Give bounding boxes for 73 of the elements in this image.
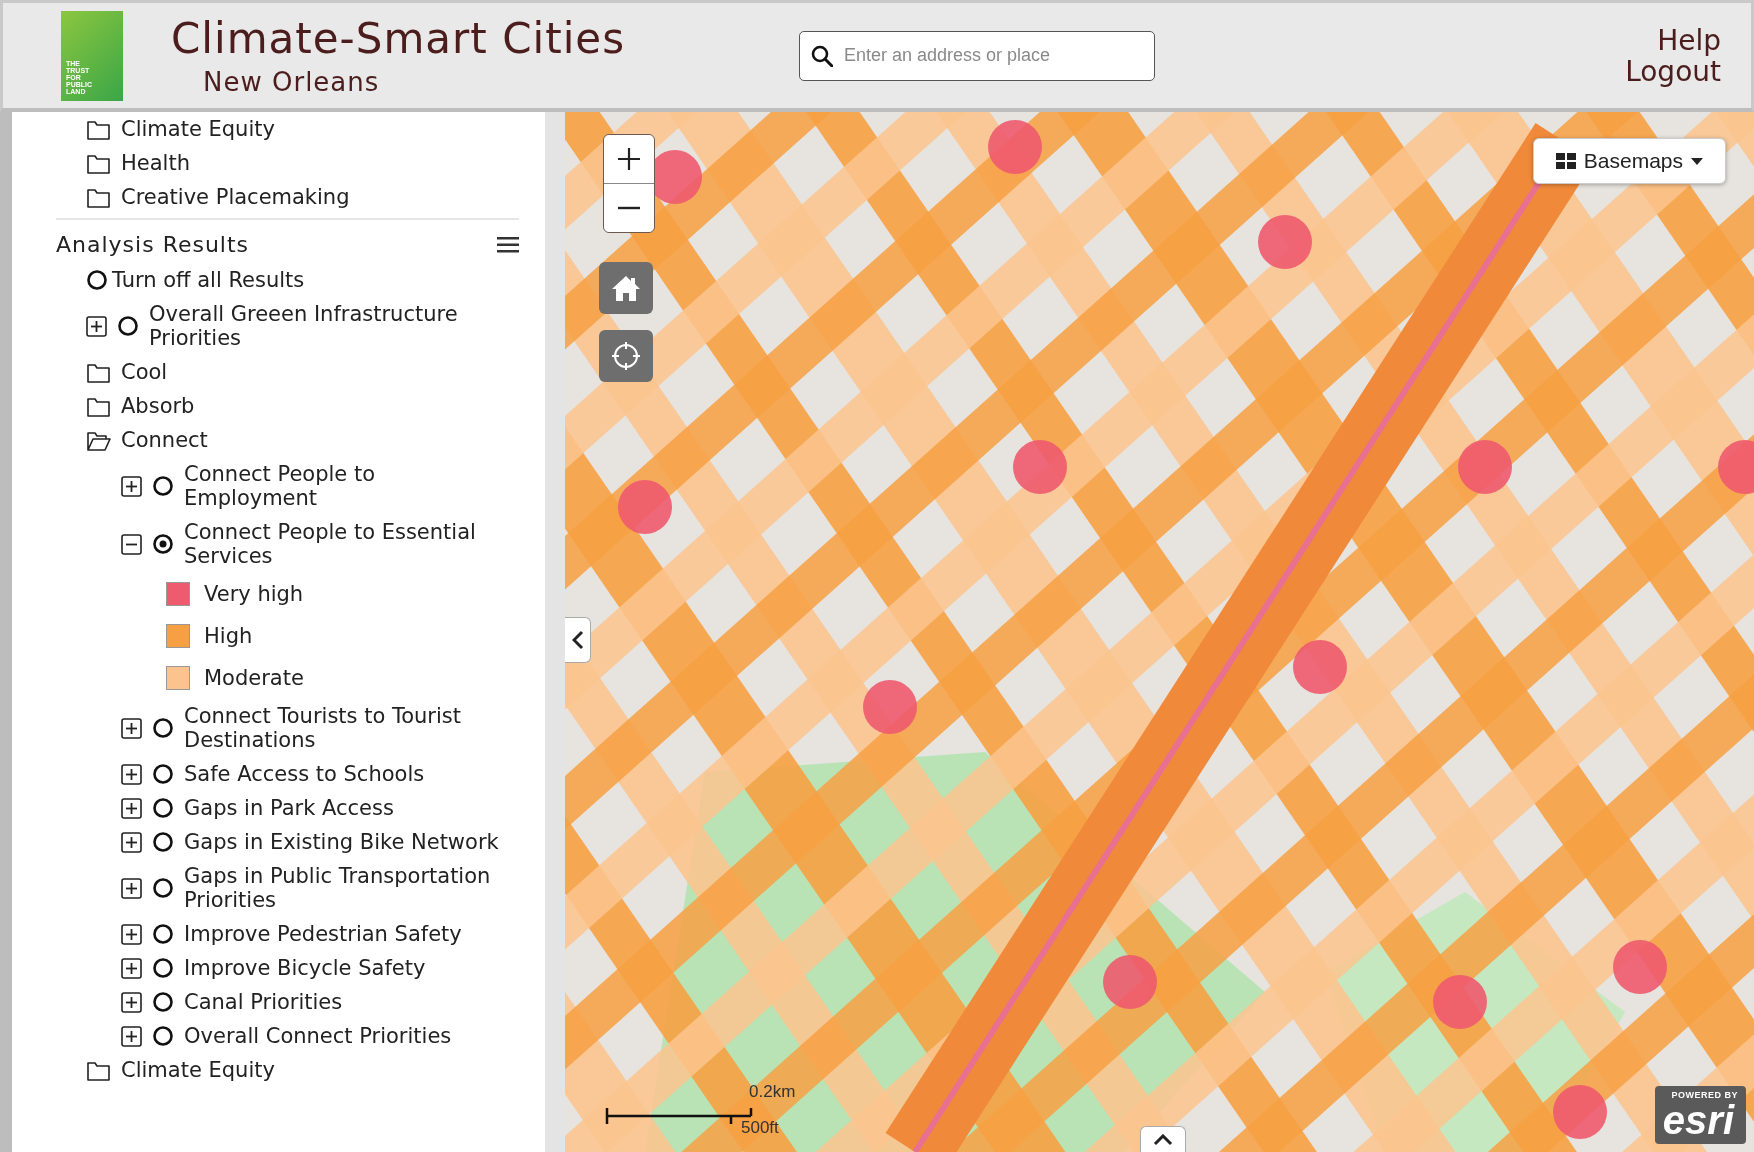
radio-button[interactable] xyxy=(152,717,174,739)
layer-label[interactable]: Gaps in Public Transportation Priorities xyxy=(184,864,514,912)
scale-label: 0.2km xyxy=(749,1082,796,1102)
crosshair-icon xyxy=(611,341,641,371)
layer-label[interactable]: Overall Connect Priorities xyxy=(184,1024,452,1048)
chevron-up-icon xyxy=(1153,1133,1173,1146)
radio-button[interactable] xyxy=(152,475,174,497)
legend-label: Very high xyxy=(204,582,304,606)
search-field[interactable]: Enter an address or place xyxy=(799,30,1155,81)
expand-icon[interactable] xyxy=(121,1025,142,1047)
collapse-icon[interactable] xyxy=(121,533,142,555)
expand-icon[interactable] xyxy=(121,991,142,1013)
layer-label[interactable]: Connect People to Essential Services xyxy=(184,520,514,568)
radio-button[interactable] xyxy=(117,315,139,337)
expand-panel-button[interactable] xyxy=(1140,1126,1186,1152)
attribution-text: POWERED BY xyxy=(1671,1090,1738,1100)
folder-label[interactable]: Creative Placemaking xyxy=(121,185,350,209)
locate-button[interactable] xyxy=(599,330,653,382)
folder-label[interactable]: Climate Equity xyxy=(121,1058,275,1082)
layer-label[interactable]: Turn off all Results xyxy=(112,268,305,292)
chevron-left-icon xyxy=(571,630,584,650)
minus-icon xyxy=(618,206,640,210)
collapse-panel-button[interactable] xyxy=(565,617,591,663)
folder-label[interactable]: Absorb xyxy=(121,394,195,418)
esri-logo[interactable]: esri xyxy=(1662,1100,1738,1140)
radio-button[interactable] xyxy=(86,269,108,291)
folder-label[interactable]: Connect xyxy=(121,428,208,452)
home-button[interactable] xyxy=(599,262,653,314)
radio-button[interactable] xyxy=(152,763,174,785)
layer-label[interactable]: Gaps in Park Access xyxy=(184,796,394,820)
caret-icon xyxy=(1691,157,1703,165)
expand-icon[interactable] xyxy=(121,877,142,899)
expand-icon[interactable] xyxy=(86,315,107,337)
plus-icon xyxy=(617,147,641,171)
layer-label[interactable]: Connect Tourists to Tourist Destinations xyxy=(184,704,514,752)
radio-button[interactable] xyxy=(152,991,174,1013)
city-name: New Orleans xyxy=(203,67,381,97)
menu-icon[interactable] xyxy=(497,235,519,254)
layer-label[interactable]: Overall Greeen Infrastructure Priorities xyxy=(149,302,479,350)
expand-icon[interactable] xyxy=(121,763,142,785)
expand-icon[interactable] xyxy=(121,957,142,979)
radio-button[interactable] xyxy=(152,831,174,853)
search-icon xyxy=(811,44,833,67)
radio-button[interactable] xyxy=(152,797,174,819)
header-link[interactable]: Help xyxy=(1657,24,1721,56)
radio-button[interactable] xyxy=(152,957,174,979)
radio-button[interactable] xyxy=(152,533,174,555)
expand-icon[interactable] xyxy=(121,831,142,853)
expand-icon[interactable] xyxy=(121,475,142,497)
expand-icon[interactable] xyxy=(121,797,142,819)
radio-button[interactable] xyxy=(152,877,174,899)
expand-icon[interactable] xyxy=(121,923,142,945)
grid-icon xyxy=(1555,153,1576,169)
layer-label[interactable]: Canal Priorities xyxy=(184,990,343,1014)
expand-icon[interactable] xyxy=(121,717,142,739)
legend-label: High xyxy=(204,624,253,648)
radio-button[interactable] xyxy=(152,923,174,945)
folder-label[interactable]: Health xyxy=(121,151,190,175)
folder-label[interactable]: Cool xyxy=(121,360,168,384)
layer-label[interactable]: Safe Access to Schools xyxy=(184,762,425,786)
header-link[interactable]: Logout xyxy=(1625,55,1721,87)
radio-button[interactable] xyxy=(152,1025,174,1047)
section-title: Analysis Results xyxy=(56,232,250,257)
app-title: Climate-Smart Cities xyxy=(171,14,627,63)
legend-label: Moderate xyxy=(204,666,304,690)
layer-label[interactable]: Improve Bicycle Safety xyxy=(184,956,426,980)
layer-label[interactable]: Improve Pedestrian Safety xyxy=(184,922,462,946)
home-icon xyxy=(611,274,641,302)
layer-label[interactable]: Gaps in Existing Bike Network xyxy=(184,830,499,854)
layer-label[interactable]: Connect People to Employment xyxy=(184,462,514,510)
basemaps-button[interactable]: Basemaps xyxy=(1532,138,1726,184)
folder-label[interactable]: Climate Equity xyxy=(121,117,275,141)
scale-label: 500ft xyxy=(741,1118,779,1138)
